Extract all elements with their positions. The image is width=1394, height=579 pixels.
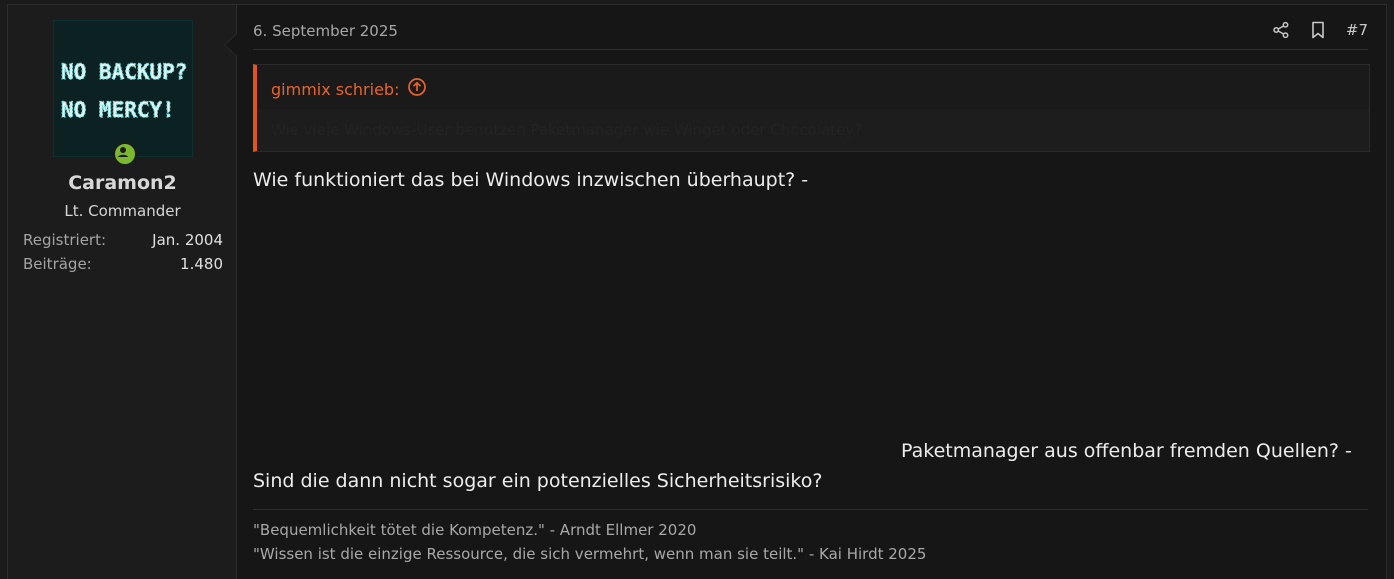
stat-value: 1.480 <box>180 255 223 273</box>
arrow-up-circle-icon[interactable] <box>407 77 427 101</box>
share-icon[interactable] <box>1272 21 1290 39</box>
user-sidebar: NO BACKUP? NO MERCY! Caramon2 Lt. Comman… <box>8 5 237 579</box>
online-status-icon <box>113 142 137 166</box>
forum-post: NO BACKUP? NO MERCY! Caramon2 Lt. Comman… <box>7 4 1387 579</box>
message-line: Sind die dann nicht sogar ein potenziell… <box>253 470 823 492</box>
user-arrow <box>224 33 237 57</box>
quote-block: gimmix schrieb: Wie viele Windows-User b… <box>253 64 1370 152</box>
quote-header[interactable]: gimmix schrieb: <box>271 77 427 101</box>
signature-line: "Bequemlichkeit tötet die Kompetenz." - … <box>253 521 697 539</box>
stat-value: Jan. 2004 <box>152 231 223 249</box>
bookmark-icon[interactable] <box>1310 21 1326 39</box>
signature-line: "Wissen ist die einzige Ressource, die s… <box>253 545 927 563</box>
post-actions: #7 <box>1272 21 1368 39</box>
avatar[interactable]: NO BACKUP? NO MERCY! <box>53 20 193 157</box>
message-line: Paketmanager aus offenbar fremden Quelle… <box>901 440 1352 462</box>
username[interactable]: Caramon2 <box>8 172 237 194</box>
avatar-text-line2: NO MERCY! <box>61 98 175 122</box>
quote-author[interactable]: gimmix schrieb: <box>271 80 399 99</box>
stat-registered: Registriert: Jan. 2004 <box>23 231 223 249</box>
stat-posts: Beiträge: 1.480 <box>23 255 223 273</box>
stat-label: Beiträge: <box>23 255 92 273</box>
post-header: 6. September 2025 #7 <box>253 21 1368 50</box>
message-line: Wie funktioniert das bei Windows inzwisc… <box>253 169 809 191</box>
post-date[interactable]: 6. September 2025 <box>253 22 398 40</box>
post-number[interactable]: #7 <box>1346 21 1368 39</box>
signature: "Bequemlichkeit tötet die Kompetenz." - … <box>253 509 1368 566</box>
avatar-text-line1: NO BACKUP? <box>61 60 187 84</box>
user-rank: Lt. Commander <box>64 202 181 220</box>
stat-label: Registriert: <box>23 231 107 249</box>
post-main: 6. September 2025 #7 gimmix schrieb: Wie… <box>253 5 1386 579</box>
quote-text: Wie viele Windows-User benutzen Paketman… <box>257 109 1369 151</box>
